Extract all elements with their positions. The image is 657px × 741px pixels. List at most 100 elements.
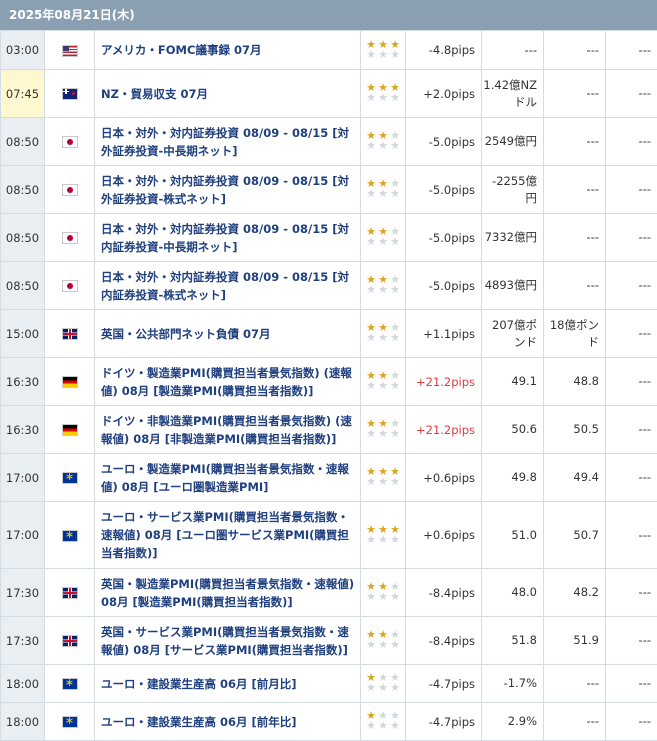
event-link[interactable]: ユーロ・建設業生産高 06月 [前年比]: [101, 715, 297, 729]
star-icon: ★: [365, 93, 377, 103]
event-link[interactable]: ドイツ・製造業PMI(購買担当者景気指数) (速報値) 08月 [製造業PMI(…: [101, 366, 352, 398]
event-link[interactable]: 日本・対外・対内証券投資 08/09 - 08/15 [対外証券投資-中長期ネッ…: [101, 126, 349, 158]
event-name-cell[interactable]: NZ・貿易収支 07月: [95, 70, 361, 118]
event-name-cell[interactable]: ドイツ・非製造業PMI(購買担当者景気指数) (速報値) 08月 [非製造業PM…: [95, 406, 361, 454]
star-icon: ★: [389, 141, 401, 151]
importance-stars: ★★★★★★: [365, 227, 401, 247]
importance-rating: ★★★★★★: [361, 406, 406, 454]
event-time: 08:50: [1, 214, 45, 262]
event-name-cell[interactable]: ユーロ・製造業PMI(購買担当者景気指数・速報値) 08月 [ユーロ圏製造業PM…: [95, 454, 361, 502]
forecast-value: 50.7: [544, 502, 606, 569]
importance-stars: ★★★★★★: [365, 275, 401, 295]
eu-flag-icon: [62, 530, 78, 542]
actual-value: ---: [606, 665, 657, 703]
star-icon: ★: [377, 50, 389, 60]
jp-flag-icon: [62, 280, 78, 292]
country-flag: [45, 166, 95, 214]
country-flag: [45, 454, 95, 502]
star-icon: ★: [377, 189, 389, 199]
event-link[interactable]: ユーロ・製造業PMI(購買担当者景気指数・速報値) 08月 [ユーロ圏製造業PM…: [101, 462, 349, 494]
event-link[interactable]: NZ・貿易収支 07月: [101, 87, 208, 101]
date-label: 2025年08月21日(木): [9, 8, 135, 22]
event-name-cell[interactable]: アメリカ・FOMC議事録 07月: [95, 31, 361, 70]
previous-value: ---: [482, 31, 544, 70]
importance-rating: ★★★★★★: [361, 617, 406, 665]
event-name-cell[interactable]: 日本・対外・対内証券投資 08/09 - 08/15 [対外証券投資-中長期ネッ…: [95, 118, 361, 166]
importance-stars: ★★★★★★: [365, 582, 401, 602]
event-link[interactable]: 英国・公共部門ネット負債 07月: [101, 327, 271, 341]
table-row: 17:00ユーロ・製造業PMI(購買担当者景気指数・速報値) 08月 [ユーロ圏…: [1, 454, 657, 502]
star-icon: ★: [389, 285, 401, 295]
previous-value: 50.6: [482, 406, 544, 454]
importance-rating: ★★★★★★: [361, 454, 406, 502]
event-name-cell[interactable]: 日本・対外・対内証券投資 08/09 - 08/15 [対外証券投資-株式ネット…: [95, 166, 361, 214]
forecast-value: 51.9: [544, 617, 606, 665]
event-link[interactable]: 日本・対外・対内証券投資 08/09 - 08/15 [対外証券投資-株式ネット…: [101, 174, 349, 206]
star-icon: ★: [377, 333, 389, 343]
star-icon: ★: [365, 50, 377, 60]
event-name-cell[interactable]: ユーロ・サービス業PMI(購買担当者景気指数・速報値) 08月 [ユーロ圏サービ…: [95, 502, 361, 569]
star-icon: ★: [389, 535, 401, 545]
importance-stars: ★★★★★★: [365, 525, 401, 545]
event-time: 16:30: [1, 358, 45, 406]
event-time: 17:30: [1, 569, 45, 617]
previous-value: 51.8: [482, 617, 544, 665]
star-icon: ★: [377, 381, 389, 391]
pips-change: -5.0pips: [406, 118, 482, 166]
jp-flag-icon: [62, 184, 78, 196]
pips-change: +0.6pips: [406, 454, 482, 502]
pips-change: -8.4pips: [406, 569, 482, 617]
table-row: 18:00ユーロ・建設業生産高 06月 [前月比]★★★★★★-4.7pips-…: [1, 665, 657, 703]
country-flag: [45, 502, 95, 569]
event-name-cell[interactable]: 日本・対外・対内証券投資 08/09 - 08/15 [対内証券投資-中長期ネッ…: [95, 214, 361, 262]
importance-stars: ★★★★★★: [365, 131, 401, 151]
event-link[interactable]: 日本・対外・対内証券投資 08/09 - 08/15 [対内証券投資-中長期ネッ…: [101, 222, 349, 254]
star-icon: ★: [365, 683, 377, 693]
country-flag: [45, 569, 95, 617]
event-link[interactable]: ユーロ・サービス業PMI(購買担当者景気指数・速報値) 08月 [ユーロ圏サービ…: [101, 510, 349, 560]
actual-value: ---: [606, 454, 657, 502]
star-icon: ★: [389, 50, 401, 60]
star-icon: ★: [389, 381, 401, 391]
event-link[interactable]: アメリカ・FOMC議事録 07月: [101, 43, 261, 57]
previous-value: 49.8: [482, 454, 544, 502]
previous-value: 207億ポンド: [482, 310, 544, 358]
event-link[interactable]: 日本・対外・対内証券投資 08/09 - 08/15 [対内証券投資-株式ネット…: [101, 270, 349, 302]
importance-rating: ★★★★★★: [361, 262, 406, 310]
event-time: 17:00: [1, 502, 45, 569]
importance-rating: ★★★★★★: [361, 166, 406, 214]
event-link[interactable]: 英国・サービス業PMI(購買担当者景気指数・速報値) 08月 [サービス業PMI…: [101, 625, 349, 657]
importance-stars: ★★★★★★: [365, 371, 401, 391]
importance-stars: ★★★★★★: [365, 419, 401, 439]
star-icon: ★: [377, 429, 389, 439]
star-icon: ★: [365, 535, 377, 545]
forecast-value: 48.2: [544, 569, 606, 617]
forecast-value: ---: [544, 70, 606, 118]
pips-change: -4.7pips: [406, 665, 482, 703]
event-name-cell[interactable]: ドイツ・製造業PMI(購買担当者景気指数) (速報値) 08月 [製造業PMI(…: [95, 358, 361, 406]
country-flag: [45, 406, 95, 454]
event-link[interactable]: 英国・製造業PMI(購買担当者景気指数・速報値) 08月 [製造業PMI(購買担…: [101, 577, 354, 609]
star-icon: ★: [377, 683, 389, 693]
forecast-value: ---: [544, 166, 606, 214]
actual-value: ---: [606, 358, 657, 406]
event-name-cell[interactable]: 英国・公共部門ネット負債 07月: [95, 310, 361, 358]
event-name-cell[interactable]: 英国・サービス業PMI(購買担当者景気指数・速報値) 08月 [サービス業PMI…: [95, 617, 361, 665]
importance-rating: ★★★★★★: [361, 31, 406, 70]
uk-flag-icon: [62, 587, 78, 599]
importance-rating: ★★★★★★: [361, 310, 406, 358]
event-link[interactable]: ドイツ・非製造業PMI(購買担当者景気指数) (速報値) 08月 [非製造業PM…: [101, 414, 352, 446]
previous-value: 48.0: [482, 569, 544, 617]
pips-change: -5.0pips: [406, 262, 482, 310]
event-name-cell[interactable]: 日本・対外・対内証券投資 08/09 - 08/15 [対内証券投資-株式ネット…: [95, 262, 361, 310]
star-icon: ★: [389, 683, 401, 693]
event-name-cell[interactable]: 英国・製造業PMI(購買担当者景気指数・速報値) 08月 [製造業PMI(購買担…: [95, 569, 361, 617]
event-link[interactable]: ユーロ・建設業生産高 06月 [前月比]: [101, 677, 297, 691]
importance-rating: ★★★★★★: [361, 358, 406, 406]
country-flag: [45, 214, 95, 262]
previous-value: 49.1: [482, 358, 544, 406]
star-icon: ★: [377, 285, 389, 295]
nz-flag-icon: [62, 88, 78, 100]
event-name-cell[interactable]: ユーロ・建設業生産高 06月 [前月比]: [95, 665, 361, 703]
uk-flag-icon: [62, 635, 78, 647]
